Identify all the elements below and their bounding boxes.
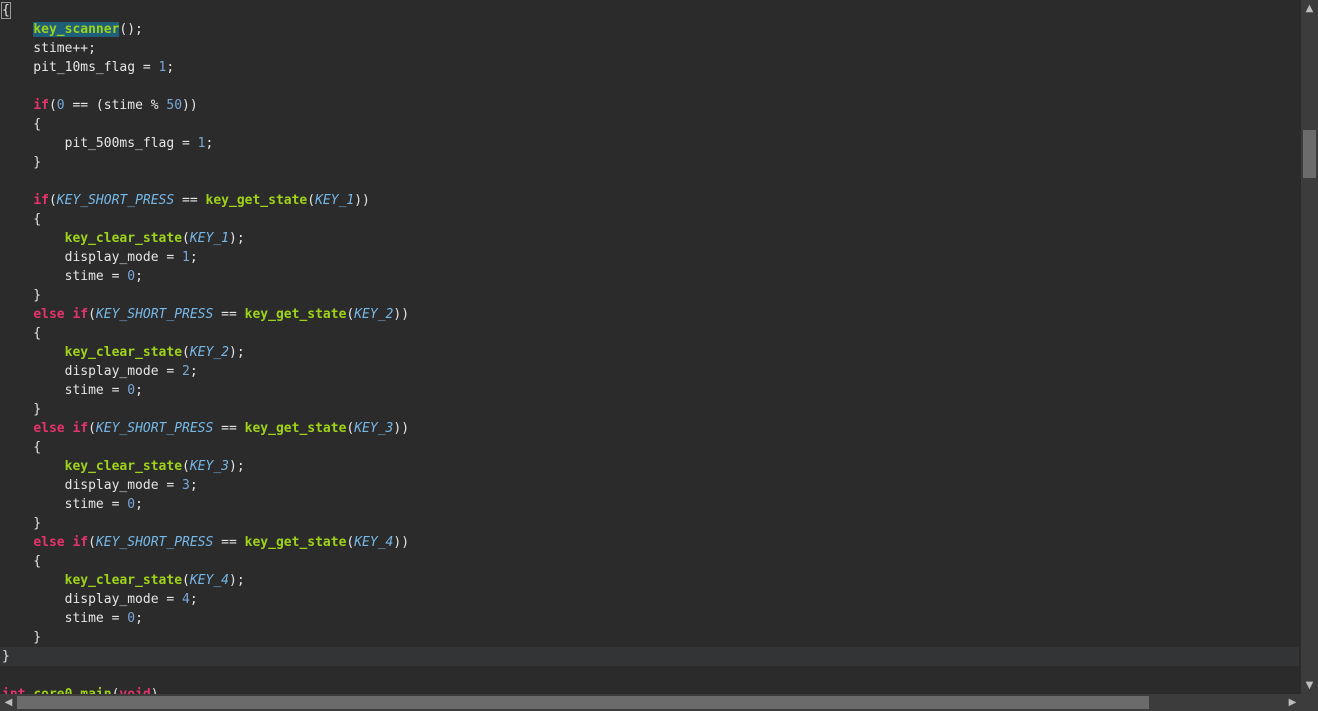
code-line[interactable]: if(KEY_SHORT_PRESS == key_get_state(KEY_… — [2, 191, 1299, 210]
code-line[interactable]: key_clear_state(KEY_3); — [2, 457, 1299, 476]
code-line[interactable] — [2, 666, 1299, 685]
code-line[interactable]: } — [2, 628, 1299, 647]
code-line[interactable]: display_mode = 4; — [2, 590, 1299, 609]
code-line[interactable]: display_mode = 3; — [2, 476, 1299, 495]
code-line[interactable] — [2, 172, 1299, 191]
code-line[interactable]: else if(KEY_SHORT_PRESS == key_get_state… — [2, 419, 1299, 438]
code-line[interactable]: { — [2, 324, 1299, 343]
scroll-up-icon[interactable]: ▲ — [1301, 0, 1318, 17]
code-editor[interactable]: { key_scanner(); stime++; pit_10ms_flag … — [0, 0, 1318, 711]
code-line[interactable]: stime = 0; — [2, 609, 1299, 628]
vertical-scroll-thumb[interactable] — [1303, 130, 1316, 178]
code-line[interactable]: } — [2, 400, 1299, 419]
scroll-left-icon[interactable]: ◀ — [0, 694, 17, 711]
scrollbar-corner — [1301, 694, 1318, 711]
code-line[interactable]: stime = 0; — [2, 381, 1299, 400]
code-area[interactable]: { key_scanner(); stime++; pit_10ms_flag … — [0, 0, 1301, 694]
code-line[interactable]: else if(KEY_SHORT_PRESS == key_get_state… — [2, 305, 1299, 324]
code-line[interactable]: display_mode = 2; — [2, 362, 1299, 381]
code-line[interactable]: { — [2, 438, 1299, 457]
code-line[interactable]: key_clear_state(KEY_1); — [2, 229, 1299, 248]
code-line[interactable]: } — [2, 286, 1299, 305]
code-line[interactable]: pit_10ms_flag = 1; — [2, 58, 1299, 77]
code-line[interactable]: stime = 0; — [2, 267, 1299, 286]
code-line[interactable] — [2, 77, 1299, 96]
code-line[interactable]: pit_500ms_flag = 1; — [2, 134, 1299, 153]
code-line[interactable]: stime = 0; — [2, 495, 1299, 514]
scroll-right-icon[interactable]: ▶ — [1284, 694, 1301, 711]
code-line[interactable]: int core0_main(void) — [2, 685, 1299, 694]
code-line[interactable]: { — [2, 552, 1299, 571]
code-line[interactable]: { — [1, 1, 1299, 20]
code-line[interactable]: stime++; — [2, 39, 1299, 58]
code-line[interactable]: { — [2, 210, 1299, 229]
code-line[interactable]: else if(KEY_SHORT_PRESS == key_get_state… — [2, 533, 1299, 552]
code-line[interactable]: display_mode = 1; — [2, 248, 1299, 267]
code-line[interactable]: if(0 == (stime % 50)) — [2, 96, 1299, 115]
code-line[interactable]: key_scanner(); — [2, 20, 1299, 39]
code-line[interactable]: } — [0, 647, 1299, 666]
code-line[interactable]: } — [2, 153, 1299, 172]
vertical-scrollbar[interactable]: ▲ ▼ — [1301, 0, 1318, 694]
code-line[interactable]: key_clear_state(KEY_2); — [2, 343, 1299, 362]
code-line[interactable]: } — [2, 514, 1299, 533]
code-line[interactable]: key_clear_state(KEY_4); — [2, 571, 1299, 590]
horizontal-scroll-thumb[interactable] — [17, 696, 1149, 709]
code-line[interactable]: { — [2, 115, 1299, 134]
horizontal-scrollbar[interactable]: ◀ ▶ — [0, 694, 1301, 711]
scroll-down-icon[interactable]: ▼ — [1301, 677, 1318, 694]
